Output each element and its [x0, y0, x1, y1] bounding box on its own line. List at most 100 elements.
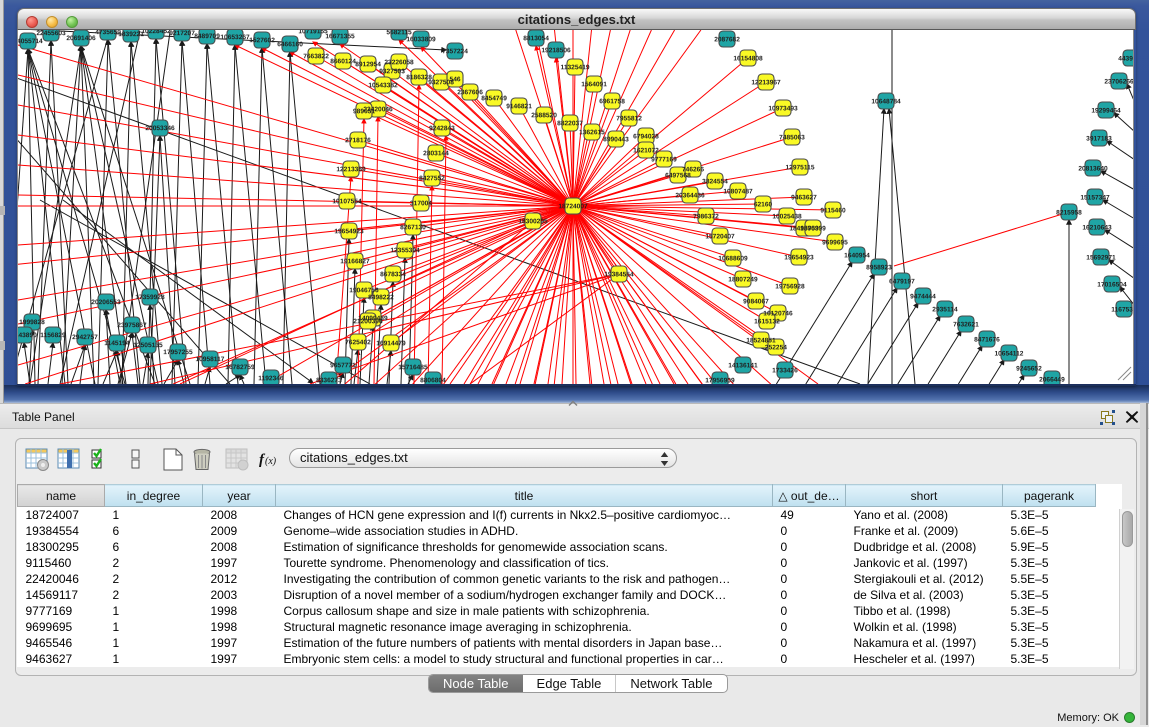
svg-text:17956909: 17956909: [705, 377, 735, 384]
svg-text:17016504: 17016504: [1097, 281, 1127, 288]
svg-text:12355394: 12355394: [390, 247, 420, 254]
svg-text:16671355: 16671355: [325, 33, 355, 40]
svg-text:19756928: 19756928: [775, 283, 805, 290]
svg-text:9474444: 9474444: [910, 293, 936, 300]
svg-text:9777169: 9777169: [651, 156, 677, 163]
svg-text:1839221: 1839221: [118, 31, 144, 38]
svg-text:10654112: 10654112: [994, 350, 1023, 357]
svg-text:2803144: 2803144: [423, 150, 449, 157]
svg-text:10543382: 10543382: [368, 82, 398, 89]
svg-text:6961758: 6961758: [599, 98, 625, 105]
svg-text:4143890: 4143890: [18, 332, 37, 339]
svg-text:10958117: 10958117: [195, 356, 224, 363]
svg-text:252254: 252254: [765, 344, 787, 351]
svg-text:8813054: 8813054: [523, 35, 549, 42]
svg-text:23706266: 23706266: [1104, 78, 1134, 85]
svg-text:9146821: 9146821: [506, 103, 532, 110]
svg-text:7955812: 7955812: [616, 115, 642, 122]
svg-text:8660124: 8660124: [330, 58, 356, 65]
svg-text:9115460: 9115460: [820, 207, 846, 214]
svg-text:11325419: 11325419: [561, 64, 590, 71]
svg-text:9699695: 9699695: [822, 239, 848, 246]
svg-text:6497568: 6497568: [665, 172, 691, 179]
svg-text:6479197: 6479197: [889, 278, 915, 285]
svg-text:9327503: 9327503: [379, 68, 405, 75]
svg-text:16782759: 16782759: [225, 364, 255, 371]
svg-text:8336273: 8336273: [316, 377, 342, 384]
svg-text:2935114: 2935114: [932, 306, 958, 313]
svg-text:15692971: 15692971: [1086, 254, 1116, 261]
svg-text:10688609: 10688609: [718, 255, 748, 262]
svg-text:7625402: 7625402: [345, 339, 371, 346]
svg-text:20364436: 20364436: [675, 192, 705, 199]
svg-text:16154808: 16154808: [733, 55, 763, 62]
svg-text:12975115: 12975115: [786, 164, 815, 171]
svg-text:9463627: 9463627: [791, 194, 817, 201]
svg-text:1362615: 1362615: [579, 129, 605, 136]
svg-text:17957255: 17957255: [163, 349, 193, 356]
svg-text:15716485: 15716485: [398, 364, 428, 371]
svg-text:10107554: 10107554: [332, 198, 362, 205]
svg-text:10807487: 10807487: [723, 188, 753, 195]
svg-text:7663822: 7663822: [303, 53, 329, 60]
svg-text:18524851: 18524851: [746, 337, 776, 344]
svg-text:16120746: 16120746: [763, 310, 793, 317]
svg-text:19384554: 19384554: [604, 271, 634, 278]
svg-text:12213967: 12213967: [751, 79, 781, 86]
svg-text:746266: 746266: [682, 166, 704, 173]
svg-text:9245652: 9245652: [1016, 365, 1042, 372]
svg-text:7485063: 7485063: [779, 134, 805, 141]
svg-text:8912954: 8912954: [355, 61, 381, 68]
svg-text:2718176: 2718176: [345, 137, 371, 144]
svg-text:8267130: 8267130: [400, 224, 426, 231]
svg-text:8215958: 8215958: [1056, 209, 1082, 216]
svg-text:1999828: 1999828: [19, 319, 45, 326]
svg-text:10719155: 10719155: [298, 30, 328, 35]
svg-text:15157347: 15157347: [1080, 194, 1110, 201]
svg-text:10025438: 10025438: [772, 213, 802, 220]
svg-text:1615132: 1615132: [754, 318, 780, 325]
svg-text:23226058: 23226058: [384, 59, 414, 66]
svg-text:21200396: 21200396: [353, 318, 383, 325]
svg-text:7357224: 7357224: [442, 48, 468, 55]
svg-text:7632621: 7632621: [953, 321, 979, 328]
svg-text:20813640: 20813640: [1078, 165, 1108, 172]
svg-text:3824554: 3824554: [702, 178, 728, 185]
svg-text:9217207: 9217207: [169, 30, 195, 37]
svg-text:1145194: 1145194: [104, 340, 130, 347]
svg-text:6794028: 6794028: [633, 133, 659, 140]
svg-text:18724007: 18724007: [558, 203, 588, 210]
svg-text:19218506: 19218506: [541, 47, 571, 54]
svg-text:8822037: 8822037: [557, 120, 583, 127]
svg-text:10648784: 10648784: [871, 98, 901, 105]
svg-text:6466160: 6466160: [277, 41, 303, 48]
svg-text:62160: 62160: [754, 201, 773, 208]
svg-text:989651: 989651: [353, 108, 375, 115]
svg-text:1192346: 1192346: [258, 375, 284, 382]
svg-text:8990443: 8990443: [603, 136, 629, 143]
svg-text:19166827: 19166827: [340, 258, 370, 265]
svg-text:14055714: 14055714: [18, 38, 43, 45]
svg-text:20691406: 20691406: [66, 35, 96, 42]
svg-text:10228452: 10228452: [141, 30, 171, 35]
svg-text:9657771: 9657771: [330, 362, 356, 369]
svg-text:16210643: 16210643: [1082, 224, 1112, 231]
svg-text:1167534: 1167534: [1111, 306, 1134, 313]
svg-text:8958923: 8958923: [866, 264, 892, 271]
svg-text:20053346: 20053346: [145, 125, 175, 132]
svg-text:8498222: 8498222: [368, 294, 394, 301]
svg-text:23975867: 23975867: [117, 322, 147, 329]
svg-text:1156829: 1156829: [40, 332, 66, 339]
svg-text:8427552: 8427552: [419, 175, 445, 182]
svg-text:19654923: 19654923: [334, 228, 364, 235]
svg-text:9242843: 9242843: [429, 125, 455, 132]
svg-text:1890399: 1890399: [800, 225, 826, 232]
svg-text:8806804: 8806804: [420, 377, 446, 384]
svg-text:8489709: 8489709: [194, 33, 220, 40]
svg-text:19046756: 19046756: [349, 287, 379, 294]
svg-text:16033809: 16033809: [406, 36, 436, 43]
svg-text:18300295: 18300295: [518, 218, 548, 225]
svg-text:16914479: 16914479: [376, 340, 406, 347]
svg-text:4439167: 4439167: [1118, 55, 1134, 62]
svg-text:317004: 317004: [410, 200, 432, 207]
